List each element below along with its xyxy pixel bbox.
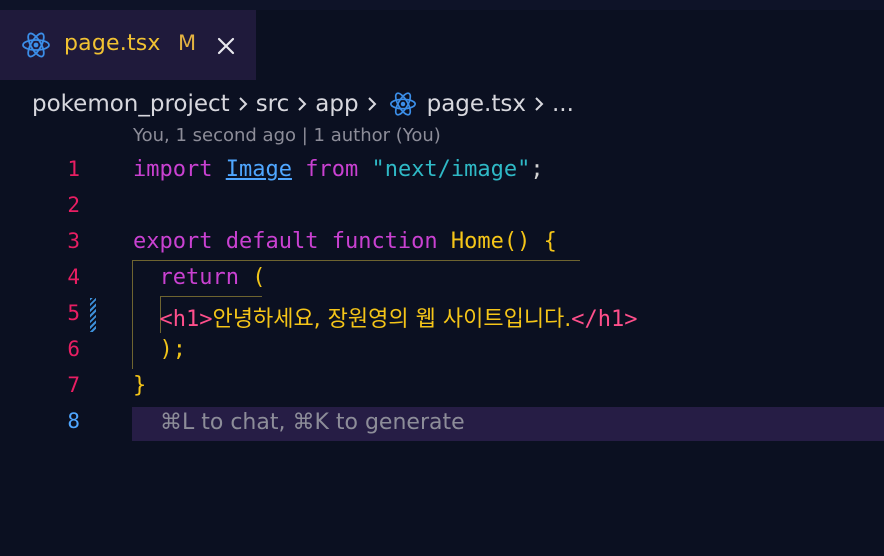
punctuation: ( xyxy=(238,265,266,290)
tab-page-tsx[interactable]: page.tsx M xyxy=(0,10,256,80)
breadcrumb-item-project[interactable]: pokemon_project xyxy=(32,91,230,117)
line-content: } xyxy=(133,373,146,398)
chevron-right-icon xyxy=(367,97,377,111)
chevron-right-icon xyxy=(298,97,307,111)
react-icon xyxy=(389,92,416,116)
breadcrumb-item-app[interactable]: app xyxy=(315,91,358,117)
chevron-right-icon xyxy=(535,97,544,111)
keyword: default xyxy=(225,229,319,254)
code-line[interactable]: 2 xyxy=(0,189,884,225)
close-icon[interactable] xyxy=(214,34,238,58)
code-line[interactable]: 4 return ( xyxy=(0,261,884,297)
code-editor[interactable]: 1 import Image from "next/image"; 2 3 ex… xyxy=(0,153,884,441)
line-number: 7 xyxy=(67,373,80,397)
breadcrumb-item-file[interactable]: page.tsx xyxy=(427,91,526,117)
line-content: return ( xyxy=(133,265,266,290)
punctuation: ; xyxy=(530,157,544,182)
string-literal: "next/image" xyxy=(371,157,531,182)
line-content: <h1>안녕하세요, 장원영의 웹 사이트입니다.</h1> xyxy=(133,301,638,333)
keyword: from xyxy=(305,157,359,182)
jsx-tag: <h1> xyxy=(159,307,213,332)
keyword: function xyxy=(331,229,438,254)
code-line[interactable]: 5 <h1>안녕하세요, 장원영의 웹 사이트입니다.</h1> xyxy=(0,297,884,333)
line-number: 5 xyxy=(67,301,80,325)
keyword: import xyxy=(133,157,213,182)
line-number: 1 xyxy=(67,157,80,181)
identifier: Image xyxy=(225,157,292,182)
line-number: 6 xyxy=(67,337,80,361)
punctuation: ); xyxy=(159,337,187,362)
breadcrumb-item-symbols[interactable]: ... xyxy=(552,91,574,117)
code-line[interactable]: 3 export default function Home() { xyxy=(0,225,884,261)
breadcrumb: pokemon_project src app page.tsx ... xyxy=(32,86,574,122)
breadcrumb-item-src[interactable]: src xyxy=(256,91,290,117)
chevron-right-icon xyxy=(238,97,248,111)
line-number: 3 xyxy=(67,229,80,253)
git-blame-annotation[interactable]: You, 1 second ago | 1 author (You) xyxy=(133,125,441,146)
line-number: 2 xyxy=(67,193,80,217)
tab-bar: page.tsx M xyxy=(0,0,884,80)
code-line[interactable]: 1 import Image from "next/image"; xyxy=(0,153,884,189)
react-icon xyxy=(22,32,50,58)
punctuation: () xyxy=(503,229,531,254)
keyword: export xyxy=(133,229,213,254)
line-number: 8 xyxy=(67,409,80,433)
jsx-text: 안녕하세요, 장원영의 웹 사이트입니다. xyxy=(212,307,572,332)
punctuation: } xyxy=(133,373,147,398)
line-content: import Image from "next/image"; xyxy=(133,157,544,182)
function-name: Home xyxy=(450,229,504,254)
keyword: return xyxy=(159,265,239,290)
line-content: ); xyxy=(133,337,187,362)
code-line[interactable]: 6 ); xyxy=(0,333,884,369)
jsx-tag: </h1> xyxy=(571,307,638,332)
chat-hint: ⌘L to chat, ⌘K to generate xyxy=(160,410,465,435)
tab-filename: page.tsx xyxy=(64,31,161,56)
modified-badge: M xyxy=(178,31,197,55)
line-content: export default function Home() { xyxy=(133,229,557,254)
punctuation: { xyxy=(530,229,557,254)
code-line[interactable]: 7 } xyxy=(0,369,884,405)
tab-bar-top xyxy=(0,0,884,10)
line-number: 4 xyxy=(67,265,80,289)
